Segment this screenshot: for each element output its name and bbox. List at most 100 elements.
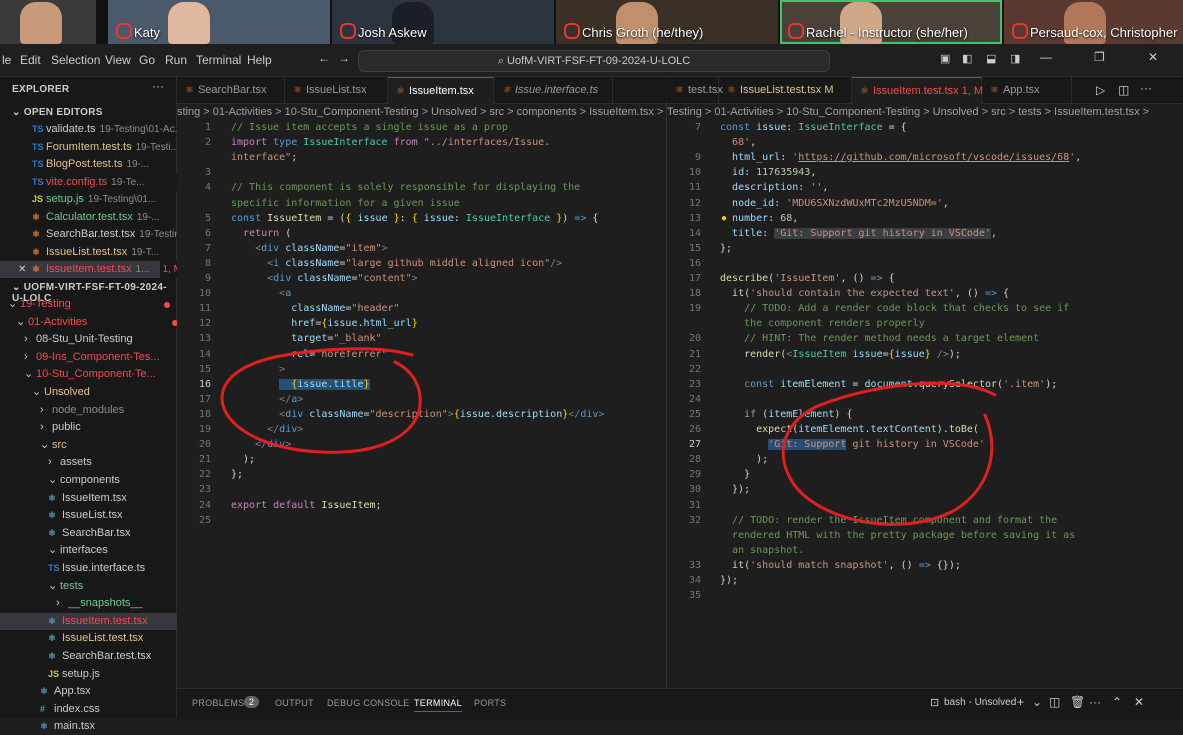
- tree-item-label: src: [52, 438, 67, 451]
- editor-tab[interactable]: ⚛ App.tsx: [982, 77, 1072, 103]
- chevron-right-icon: ›: [24, 333, 28, 346]
- tree-item-label: SearchBar.tsx: [62, 526, 131, 539]
- maximize-panel-icon[interactable]: ⌃: [1112, 695, 1122, 709]
- toggle-panel-icon[interactable]: ⬓: [986, 52, 996, 65]
- toggle-secondary-sidebar-icon[interactable]: ◨: [1010, 52, 1020, 65]
- minimize-icon[interactable]: —: [1040, 50, 1052, 64]
- menu-item[interactable]: Run: [165, 53, 187, 67]
- file-type-icon: TS: [32, 176, 44, 187]
- code-line: {issue.title}: [231, 378, 370, 390]
- folder-item[interactable]: › 08-Stu_Unit-Testing: [0, 331, 200, 348]
- mic-muted-icon: [564, 23, 580, 39]
- editor-tab[interactable]: ⚛ Issue.interface.ts: [494, 77, 613, 103]
- file-path: 19-Testi...: [135, 141, 179, 153]
- more-actions-icon[interactable]: ···: [152, 79, 164, 93]
- terminal-dropdown-icon[interactable]: ⌄: [1032, 695, 1042, 709]
- editor-tab[interactable]: ⚛ test.tsx: [667, 77, 723, 103]
- explorer-title: EXPLORER: [12, 84, 70, 95]
- split-editor-icon[interactable]: ◫: [1118, 83, 1129, 97]
- open-editor-item[interactable]: ✕ ⚛ IssueItem.test.tsx 1... 1, M: [0, 261, 194, 278]
- editor-more-icon[interactable]: ···: [1140, 81, 1152, 95]
- tree-item-label: interfaces: [60, 544, 108, 557]
- restore-icon[interactable]: ❐: [1094, 50, 1105, 64]
- editor-tab[interactable]: ⚛ IssueItem.tsx: [388, 77, 494, 104]
- video-tile[interactable]: Chris Groth (he/they): [556, 0, 778, 44]
- layout-icon[interactable]: ▣: [940, 52, 950, 65]
- file-type-icon: ⚛: [48, 615, 57, 626]
- chevron-right-icon: ›: [56, 597, 60, 610]
- kill-terminal-icon[interactable]: 🗑: [1070, 695, 1085, 709]
- line-number: 20: [688, 333, 701, 345]
- line-number: 27: [688, 439, 701, 451]
- line-number: 24: [198, 499, 211, 511]
- folder-item[interactable]: ⌄ 01-Activities: [0, 314, 192, 331]
- panel-tab[interactable]: OUTPUT: [275, 698, 314, 708]
- editor-tab[interactable]: ⚛ SearchBar.tsx: [177, 77, 285, 103]
- panel-tab[interactable]: TERMINAL: [414, 698, 462, 712]
- panel-tab[interactable]: PORTS: [474, 698, 506, 708]
- tab-label: SearchBar.tsx: [197, 84, 267, 96]
- chevron-down-icon: ⌄: [16, 315, 26, 328]
- close-window-icon[interactable]: ✕: [1148, 50, 1158, 64]
- tree-item-label: IssueItem.tsx: [62, 491, 127, 504]
- menu-item[interactable]: View: [105, 53, 131, 67]
- panel-tab[interactable]: DEBUG CONSOLE: [327, 698, 409, 708]
- editor-tab[interactable]: ⚛ IssueItem.test.tsx 1, M: [852, 77, 984, 104]
- folder-item[interactable]: ⌄ 19-Testing: [0, 296, 184, 313]
- video-tile[interactable]: Katy: [108, 0, 330, 44]
- editor-tab[interactable]: ⚛ IssueList.test.tsx M: [719, 77, 852, 103]
- code-line: // TODO: render the IssueItem component …: [732, 514, 1058, 526]
- split-terminal-icon[interactable]: ◫: [1049, 695, 1060, 709]
- panel-tab[interactable]: PROBLEMS: [192, 698, 244, 708]
- tree-item-label: assets: [60, 456, 92, 469]
- participant-name: Chris Groth (he/they): [582, 25, 704, 40]
- more-icon[interactable]: ···: [1089, 695, 1101, 709]
- menu-item[interactable]: Selection: [51, 53, 100, 67]
- tree-item-label: 08-Stu_Unit-Testing: [36, 333, 133, 346]
- menu-item[interactable]: Terminal: [196, 53, 241, 67]
- line-number: 12: [198, 318, 211, 330]
- menu-item[interactable]: Help: [247, 53, 272, 67]
- new-terminal-icon[interactable]: +: [1017, 695, 1024, 709]
- chevron-down-icon: ⌄: [48, 579, 58, 592]
- menu-item[interactable]: Edit: [20, 53, 41, 67]
- file-type-icon: ⚛: [48, 651, 57, 661]
- code-line: >: [279, 363, 286, 375]
- toggle-sidebar-icon[interactable]: ◧: [962, 52, 972, 65]
- video-tile[interactable]: Josh Askew: [332, 0, 554, 44]
- lightbulb-icon[interactable]: ●: [721, 213, 727, 224]
- right-code-editor[interactable]: 7 const issue: IssueInterface = { 68', 9 h…: [667, 121, 1183, 688]
- back-arrow-icon[interactable]: ←: [318, 51, 330, 65]
- tree-item-label: 10-Stu_Component-Te...: [36, 368, 156, 381]
- line-number: 34: [688, 575, 701, 586]
- menu-item[interactable]: Go: [139, 53, 155, 67]
- close-icon[interactable]: ✕: [18, 261, 32, 278]
- command-center[interactable]: ⌕ UofM-VIRT-FSF-FT-09-2024-U-LOLC: [358, 50, 830, 72]
- tab-file-icon: ⚛: [396, 86, 405, 97]
- code-line: </div>: [255, 439, 292, 451]
- folder-item[interactable]: › 09-Ins_Component-Tes...: [0, 349, 200, 366]
- video-tile[interactable]: Persaud-cox, Christopher: [1004, 0, 1183, 44]
- tree-item-label: __snapshots__: [68, 597, 143, 610]
- terminal-name[interactable]: bash - Unsolved: [944, 697, 1016, 708]
- left-code-editor[interactable]: 1 // Issue item accepts a single issue as…: [177, 121, 666, 688]
- tab-label: IssueItem.test.tsx 1, M: [872, 85, 984, 97]
- file-path: 19-Testing\01...: [87, 194, 157, 205]
- close-panel-icon[interactable]: ✕: [1134, 695, 1144, 709]
- line-number: 11: [198, 303, 211, 315]
- code-line: // Issue item accepts a single issue as …: [231, 122, 508, 133]
- video-tile[interactable]: Rachel - Instructor (she/her): [780, 0, 1002, 44]
- forward-arrow-icon[interactable]: →: [338, 51, 350, 65]
- run-icon[interactable]: ▷: [1096, 83, 1105, 97]
- file-item[interactable]: ⚛ main.tsx: [0, 718, 216, 735]
- code-line: );: [720, 454, 769, 466]
- menu-item[interactable]: le: [2, 53, 11, 67]
- video-tile[interactable]: [0, 0, 96, 44]
- tab-label: Issue.interface.ts: [514, 84, 599, 96]
- tree-item-label: 09-Ins_Component-Tes...: [36, 350, 160, 363]
- editor-tab[interactable]: ⚛ IssueList.tsx: [285, 77, 388, 103]
- git-status-dot: [164, 302, 170, 308]
- open-editors-header[interactable]: ⌄ OPEN EDITORS: [12, 107, 103, 118]
- file-name: IssueItem.test.tsx: [46, 263, 132, 275]
- folder-item[interactable]: ⌄ 10-Stu_Component-Te...: [0, 366, 200, 383]
